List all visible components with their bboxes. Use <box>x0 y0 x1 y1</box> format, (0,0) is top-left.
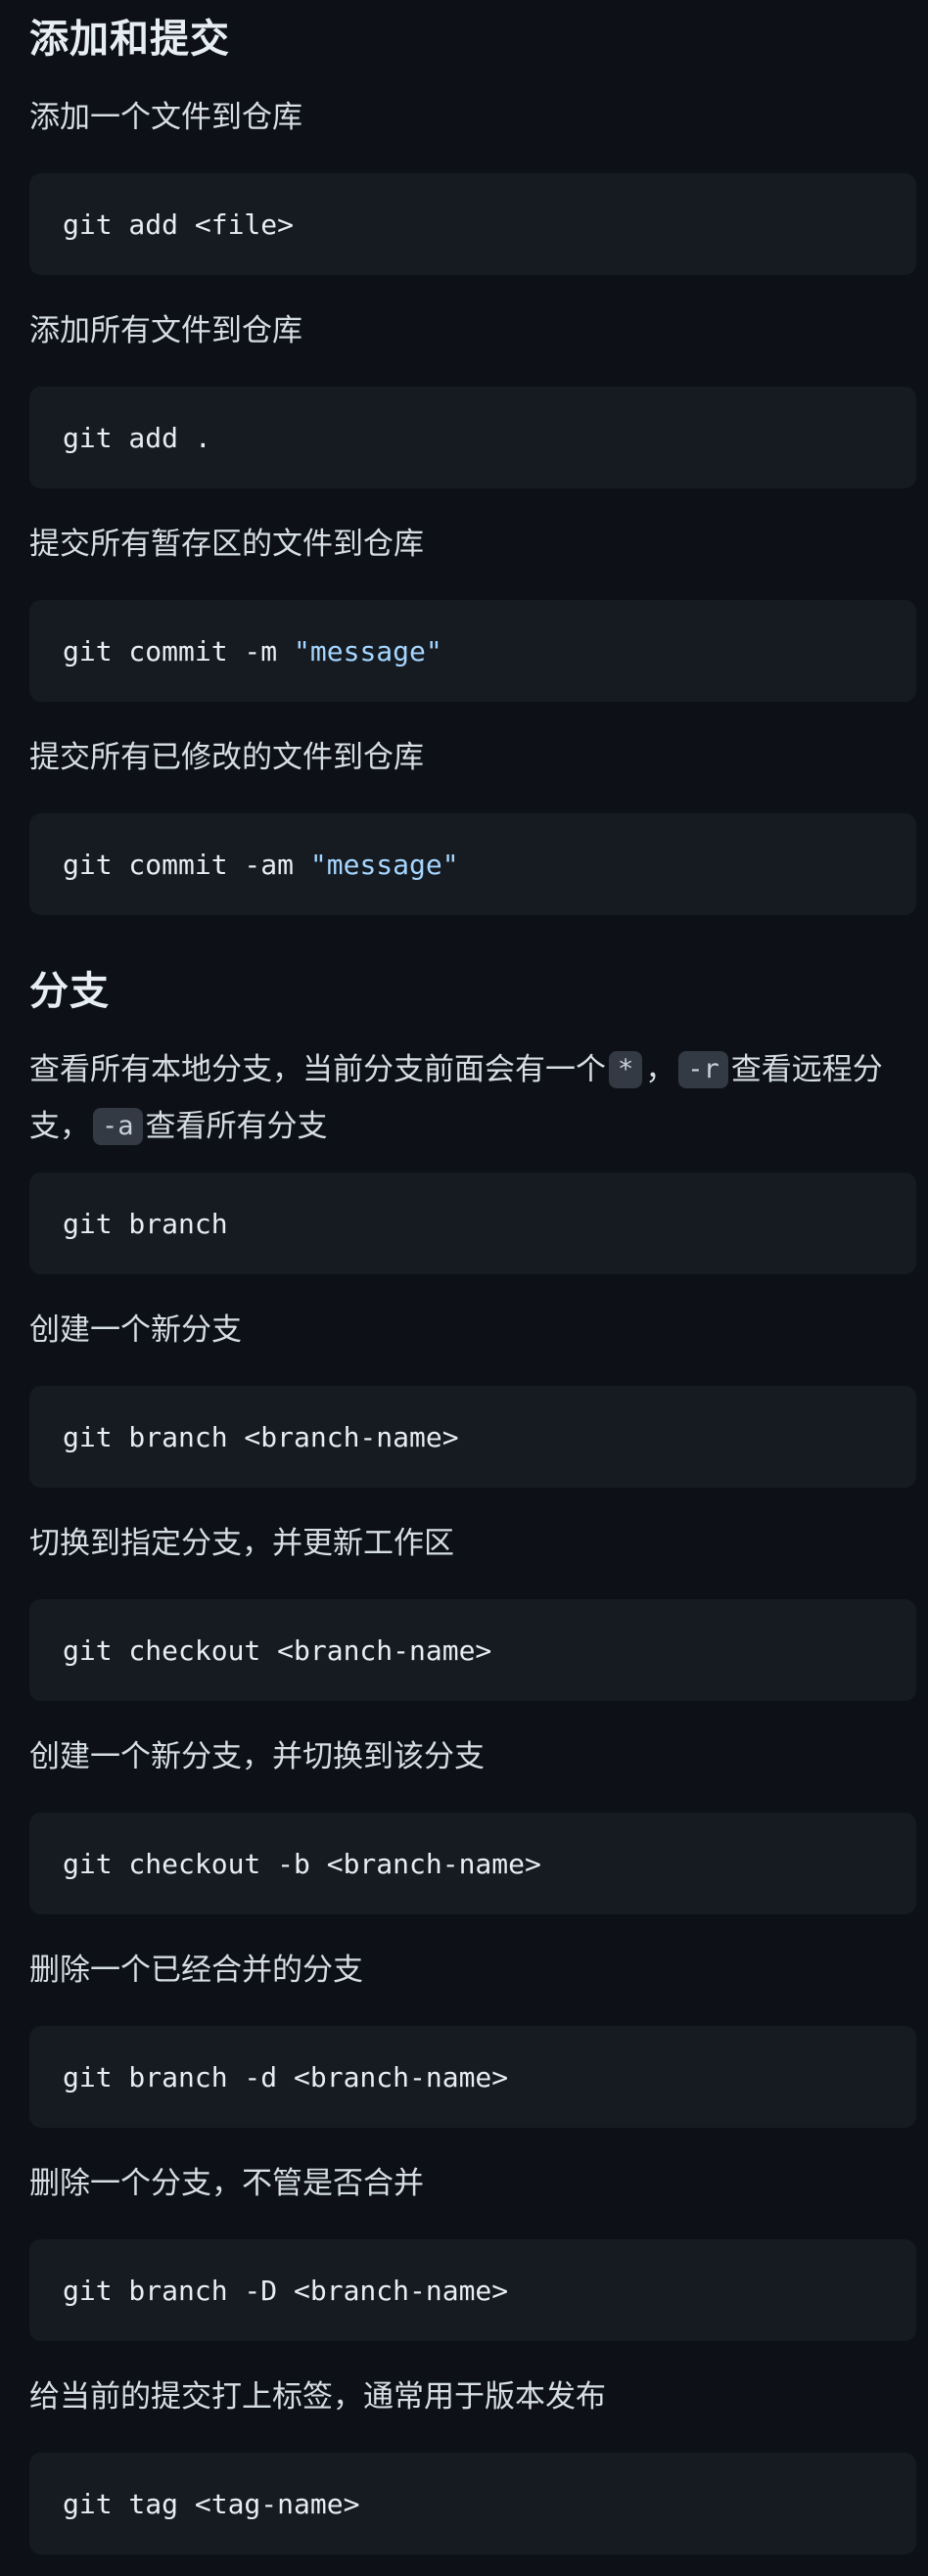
desc-force-delete: 删除一个分支，不管是否合并 <box>29 2166 424 2201</box>
code-block-create-branch[interactable]: git branch <branch-name> <box>29 1386 916 1488</box>
code-block-delete-merged[interactable]: git branch -d <branch-name> <box>29 2026 916 2128</box>
desc-checkout-branch: 切换到指定分支，并更新工作区 <box>29 1526 454 1561</box>
desc-commit-modified: 提交所有已修改的文件到仓库 <box>29 740 424 775</box>
page: 添加和提交 添加一个文件到仓库 git add <file> 添加所有文件到仓库… <box>0 0 928 2576</box>
code-delete-merged: git branch -d <branch-name> <box>63 2060 509 2093</box>
section-heading-branch: 分支 <box>29 969 110 1014</box>
inline-code-a-flag: -a <box>93 1108 143 1145</box>
code-block-create-and-checkout[interactable]: git checkout -b <branch-name> <box>29 1813 916 1914</box>
branch-intro: 查看所有本地分支，当前分支前面会有一个 *， -r 查看远程分支， -a 查看所有分支 <box>29 1041 901 1155</box>
code-block-add-all[interactable]: git add . <box>29 387 916 488</box>
code-commit-modified: git commit -am "message" <box>63 849 459 881</box>
code-block-checkout-branch[interactable]: git checkout <branch-name> <box>29 1599 916 1701</box>
code-commit-staged-cmd: git commit -m <box>63 634 295 667</box>
code-create-branch: git branch <branch-name> <box>63 1420 459 1453</box>
code-commit-staged: git commit -m "message" <box>63 635 442 667</box>
branch-intro-part2: ， <box>645 1052 676 1087</box>
inline-code-asterisk: * <box>609 1051 643 1088</box>
code-block-commit-modified[interactable]: git commit -am "message" <box>29 813 916 915</box>
branch-intro-part1: 查看所有本地分支，当前分支前面会有一个 <box>29 1052 606 1087</box>
desc-create-and-checkout: 创建一个新分支，并切换到该分支 <box>29 1739 485 1774</box>
desc-add-file: 添加一个文件到仓库 <box>29 100 302 135</box>
desc-create-branch: 创建一个新分支 <box>29 1312 242 1348</box>
desc-tag: 给当前的提交打上标签，通常用于版本发布 <box>29 2379 606 2415</box>
inline-code-r-flag: -r <box>678 1051 728 1088</box>
code-block-add-file[interactable]: git add <file> <box>29 173 916 275</box>
code-add-all: git add . <box>63 421 211 454</box>
code-commit-staged-string: "message" <box>294 634 442 667</box>
code-force-delete: git branch -D <branch-name> <box>63 2274 509 2307</box>
code-tag: git tag <tag-name> <box>63 2487 360 2520</box>
code-list-branches: git branch <box>63 1207 228 1240</box>
desc-add-all: 添加所有文件到仓库 <box>29 313 302 348</box>
code-block-tag[interactable]: git tag <tag-name> <box>29 2453 916 2554</box>
code-create-and-checkout: git checkout -b <branch-name> <box>63 1847 541 1880</box>
branch-intro-part4: 查看所有分支 <box>145 1109 328 1144</box>
code-block-list-branches[interactable]: git branch <box>29 1173 916 1274</box>
desc-delete-merged: 删除一个已经合并的分支 <box>29 1953 363 1988</box>
desc-commit-staged: 提交所有暂存区的文件到仓库 <box>29 527 424 562</box>
section-heading-add-commit: 添加和提交 <box>29 17 230 62</box>
code-checkout-branch: git checkout <branch-name> <box>63 1633 492 1667</box>
code-commit-modified-string: "message" <box>309 848 459 881</box>
code-add-file: git add <file> <box>63 207 295 241</box>
code-block-commit-staged[interactable]: git commit -m "message" <box>29 600 916 702</box>
code-commit-modified-cmd: git commit -am <box>63 848 310 881</box>
code-block-force-delete[interactable]: git branch -D <branch-name> <box>29 2239 916 2341</box>
